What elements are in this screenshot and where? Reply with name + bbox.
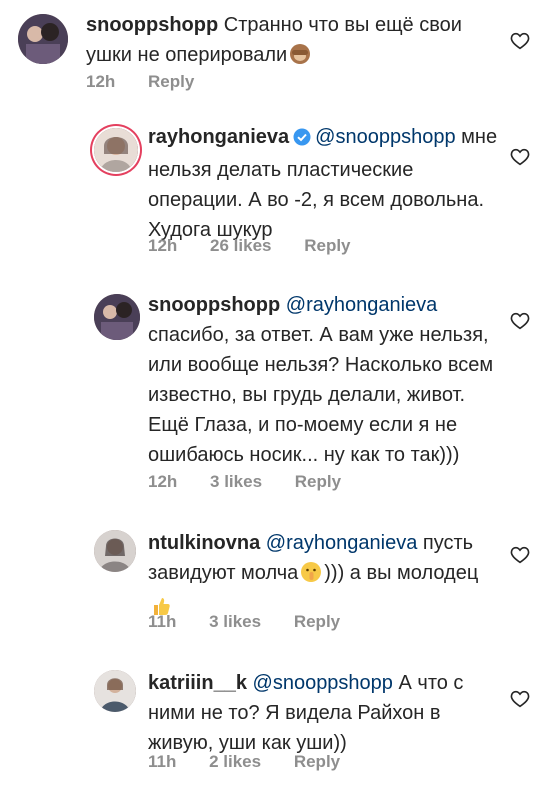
reply-button[interactable]: Reply: [304, 236, 350, 255]
timestamp: 12h: [86, 72, 116, 91]
username[interactable]: katriiin__k: [148, 672, 247, 694]
heart-outline-icon[interactable]: [510, 312, 530, 330]
heart-outline-icon[interactable]: [510, 148, 530, 166]
heart-outline-icon[interactable]: [510, 32, 530, 50]
comment-meta: 12h Reply: [86, 72, 222, 92]
timestamp: 11h: [148, 612, 177, 631]
comment-meta: 12h 3 likes Reply: [148, 472, 369, 492]
comment-item: rayhonganieva @snooppshopp мне нельзя дел…: [0, 110, 560, 270]
comment-meta: 12h 26 likes Reply: [148, 236, 379, 256]
likes-count[interactable]: 3 likes: [210, 472, 262, 491]
username[interactable]: snooppshopp: [86, 14, 218, 36]
likes-count[interactable]: 2 likes: [209, 752, 261, 771]
likes-count[interactable]: 3 likes: [209, 612, 261, 631]
heart-outline-icon[interactable]: [510, 690, 530, 708]
comment-text: katriiin__k @snooppshopp А что с ними не…: [148, 668, 488, 758]
reply-button[interactable]: Reply: [294, 612, 340, 631]
mention-link[interactable]: @snooppshopp: [253, 672, 393, 694]
timestamp: 11h: [148, 752, 177, 771]
comment-body-continued: ))) а вы молодец: [324, 562, 479, 584]
comment-item: snooppshopp @rayhonganieva спасибо, за о…: [0, 282, 560, 502]
mention-link[interactable]: @snooppshopp: [315, 126, 455, 148]
comment-item: snooppshopp Странно что вы ещё свои ушки…: [0, 0, 560, 100]
comment-body: спасибо, за ответ. А вам уже нельзя, или…: [148, 324, 494, 466]
comment-text: rayhonganieva @snooppshopp мне нельзя дел…: [148, 122, 498, 245]
comment-item: ntulkinovna @rayhonganieva пусть завидую…: [0, 520, 560, 640]
avatar[interactable]: [94, 128, 138, 172]
comment-text: snooppshopp @rayhonganieva спасибо, за о…: [148, 290, 498, 470]
verified-badge-icon: [293, 125, 311, 155]
avatar[interactable]: [94, 670, 136, 712]
avatar[interactable]: [18, 14, 68, 64]
likes-count[interactable]: 26 likes: [210, 236, 271, 255]
comment-meta: 11h 2 likes Reply: [148, 752, 368, 772]
comment-text: snooppshopp Странно что вы ещё свои ушки…: [86, 10, 506, 74]
timestamp: 12h: [148, 236, 178, 255]
timestamp: 12h: [148, 472, 178, 491]
username[interactable]: ntulkinovna: [148, 532, 260, 554]
comment-item: katriiin__k @snooppshopp А что с ними не…: [0, 660, 560, 790]
shushing-face-icon: [300, 561, 322, 592]
mention-link[interactable]: @rayhonganieva: [286, 294, 438, 316]
reply-button[interactable]: Reply: [148, 72, 194, 91]
see-no-evil-monkey-icon: [289, 43, 311, 74]
heart-outline-icon[interactable]: [510, 546, 530, 564]
avatar[interactable]: [94, 530, 136, 572]
username[interactable]: rayhonganieva: [148, 126, 289, 148]
mention-link[interactable]: @rayhonganieva: [266, 532, 418, 554]
reply-button[interactable]: Reply: [294, 752, 340, 771]
reply-button[interactable]: Reply: [295, 472, 341, 491]
username[interactable]: snooppshopp: [148, 294, 280, 316]
avatar[interactable]: [94, 294, 140, 340]
comment-meta: 11h 3 likes Reply: [148, 612, 368, 632]
